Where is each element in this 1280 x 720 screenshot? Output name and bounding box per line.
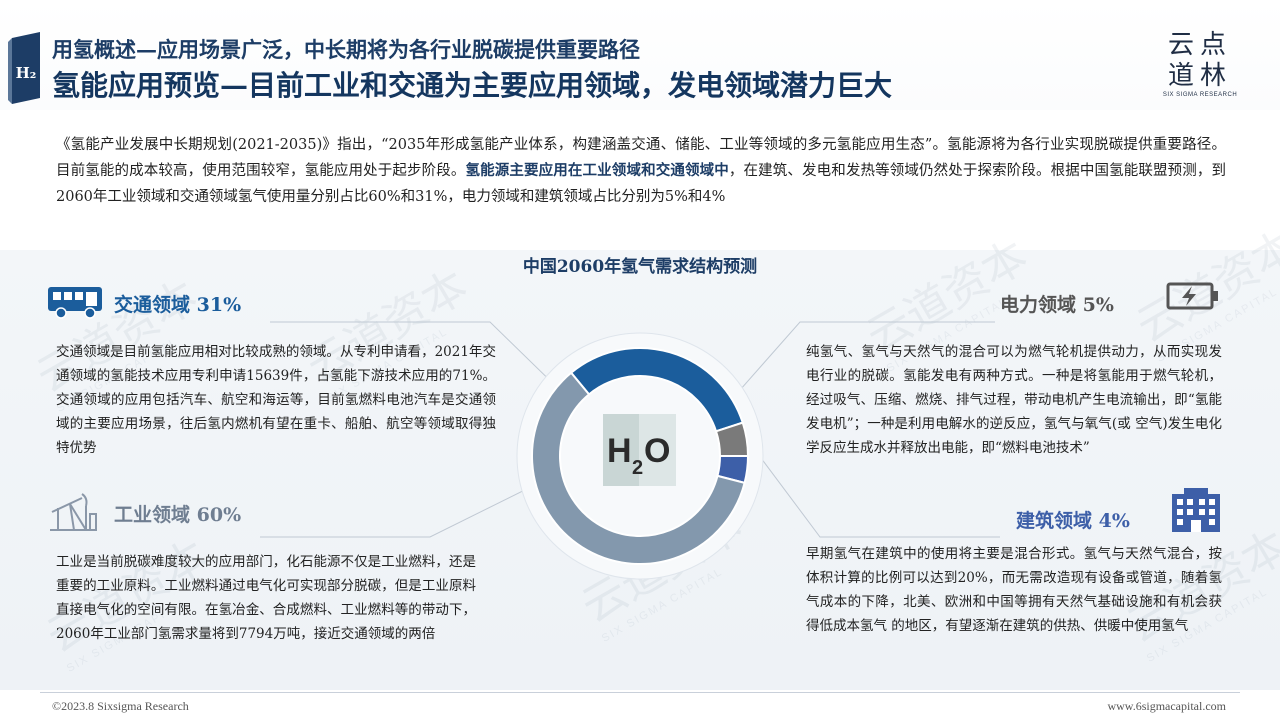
page-title: 氢能应用预览—目前工业和交通为主要应用领域，发电领域潜力巨大 [52,69,893,102]
industry-body: 工业是当前脱碳难度较大的应用部门，化石能源不仅是工业燃料，还是重要的工业原料。工… [56,554,476,642]
logo-subtitle: SIX SIGMA RESEARCH [1162,92,1238,98]
bus-icon [48,287,102,319]
footer-copyright: ©2023.8 Sixsigma Research [52,699,189,713]
building-icon [1172,488,1220,532]
building-pct: 4% [1098,510,1130,532]
power-body: 纯氢气、氢气与天然气的混合可以为燃气轮机提供动力，从而实现发电行业的脱碳。氢能发… [806,344,1222,456]
building-heading: 建筑领域 4% [1016,506,1130,533]
logo-line-1: 云点 [1167,30,1232,60]
power-heading: 电力领域 5% [1000,290,1114,317]
building-body: 早期氢气在建筑中的使用将主要是混合形式。氢气与天然气混合，按体积计算的比例可以达… [806,546,1222,634]
footer-divider [40,692,1240,693]
industry-pct: 60% [196,504,242,526]
logo-line-2: 道林 [1167,61,1232,91]
battery-charging-icon [1166,282,1218,310]
building-title: 建筑领域 [1016,510,1093,532]
industry-title: 工业领域 [114,504,191,526]
transport-heading: 交通领域 31% [114,290,241,317]
power-pct: 5% [1082,294,1114,316]
transport-body: 交通领域是目前氢能应用相对比较成熟的领域。从专利申请看，2021年交通领域的氢能… [56,344,496,456]
intro-highlight: 氢能源主要应用在工业领域和交通领域中 [465,162,729,179]
chart-title: 中国2060年氢气需求结构预测 [522,257,758,277]
header-icon-label: H₂ [16,64,37,82]
industry-heading: 工业领域 60% [114,500,241,527]
hydrogen-header-icon: H₂ [8,32,40,104]
intro-paragraph: 《氢能产业发展中长期规划(2021-2035)》指出，“2035年形成氢能产业体… [56,132,1226,210]
pumpjack-icon [50,493,97,531]
transport-pct: 31% [196,294,242,316]
footer-website[interactable]: www.6sigmacapital.com [1107,699,1226,714]
transport-title: 交通领域 [114,294,191,316]
power-title: 电力领域 [1000,294,1077,316]
page-subtitle: 用氢概述—应用场景广泛，中长期将为各行业脱碳提供重要路径 [52,37,640,62]
brand-logo: 云点 道林 SIX SIGMA RESEARCH [1160,30,1240,104]
